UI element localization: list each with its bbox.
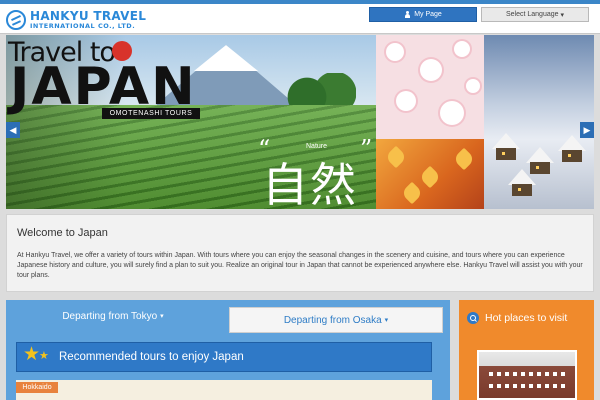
cherry-blossom-image [376,35,484,139]
star-icon: ★ [39,350,49,362]
maple-leaf [418,165,442,189]
carousel-next-arrow-icon[interactable]: ▶ [580,122,594,138]
site-header: HANKYU TRAVEL INTERNATIONAL CO., LTD. My… [0,0,600,34]
maple-leaf [384,145,408,169]
hero-banner[interactable]: Travel to JAPAN OMOTENASHI TOURS “ Natur… [6,35,594,209]
hot-places-panel: Hot places to visit [459,300,594,400]
house-roof [508,169,536,185]
tab-departing-osaka[interactable]: Departing from Osaka ▾ [229,307,443,333]
snow-village-image [484,35,594,209]
quote-close-mark: ” [360,135,373,163]
lit-window [518,188,521,191]
header-top-strip [0,0,600,4]
nature-kanji: 自然 [262,158,358,209]
tab-departing-tokyo[interactable]: Departing from Tokyo ▾ [6,300,220,332]
chevron-down-icon: ▾ [384,317,389,324]
hero-main-image: Travel to JAPAN OMOTENASHI TOURS “ Natur… [6,35,376,209]
welcome-section: Welcome to Japan At Hankyu Travel, we of… [6,214,594,292]
lit-window [502,152,505,155]
house [512,184,532,196]
blossom-petal [454,41,470,57]
recommended-tours-header: ★ ★ Recommended tours to enjoy Japan [16,342,432,372]
search-icon [467,312,479,324]
welcome-text: At Hankyu Travel, we offer a variety of … [17,252,583,279]
welcome-title: Welcome to Japan [17,227,108,239]
house-roof [492,133,520,149]
blossom-petal [396,91,416,111]
select-language-button[interactable]: Select Language ▾ [481,7,589,22]
house [496,148,516,160]
lit-window [536,166,539,169]
autumn-leaves-image [376,139,484,209]
mountain-snowcap [194,45,258,71]
departure-tabs-panel: Departing from Tokyo ▾ Departing from Os… [6,300,450,400]
hero-tagline: OMOTENASHI TOURS [102,108,200,119]
house [562,150,582,162]
blossom-petal [440,101,464,125]
hot-places-header[interactable]: Hot places to visit [467,312,567,324]
logo-name: HANKYU TRAVEL [30,9,147,23]
recommended-title: Recommended tours to enjoy Japan [59,351,244,363]
blossom-petal [466,79,480,93]
hot-place-image[interactable] [477,350,577,400]
region-tours-list: Hokkaido [16,380,432,400]
site-logo[interactable]: HANKYU TRAVEL INTERNATIONAL CO., LTD. [6,8,166,32]
my-page-button[interactable]: My Page [369,7,477,22]
region-badge-hokkaido[interactable]: Hokkaido [16,382,58,393]
star-icon: ★ [23,344,41,365]
maple-leaf [452,147,476,171]
blossom-petal [420,59,442,81]
my-page-label: My Page [414,11,442,18]
tab-label: Departing from Osaka [283,314,382,326]
chevron-down-icon: ▾ [160,313,164,320]
select-language-label: Select Language [505,11,559,18]
logo-subtitle: INTERNATIONAL CO., LTD. [30,22,136,30]
lit-window [568,154,571,157]
user-icon [404,11,411,18]
chevron-down-icon: ▾ [560,11,565,19]
hot-places-title: Hot places to visit [485,312,568,324]
carousel-prev-arrow-icon[interactable]: ◀ [6,122,20,138]
maple-leaf [400,181,424,205]
blossom-petal [386,43,404,61]
logo-mark-icon [6,10,26,30]
tab-label: Departing from Tokyo [62,310,158,322]
house-roof [526,147,554,163]
